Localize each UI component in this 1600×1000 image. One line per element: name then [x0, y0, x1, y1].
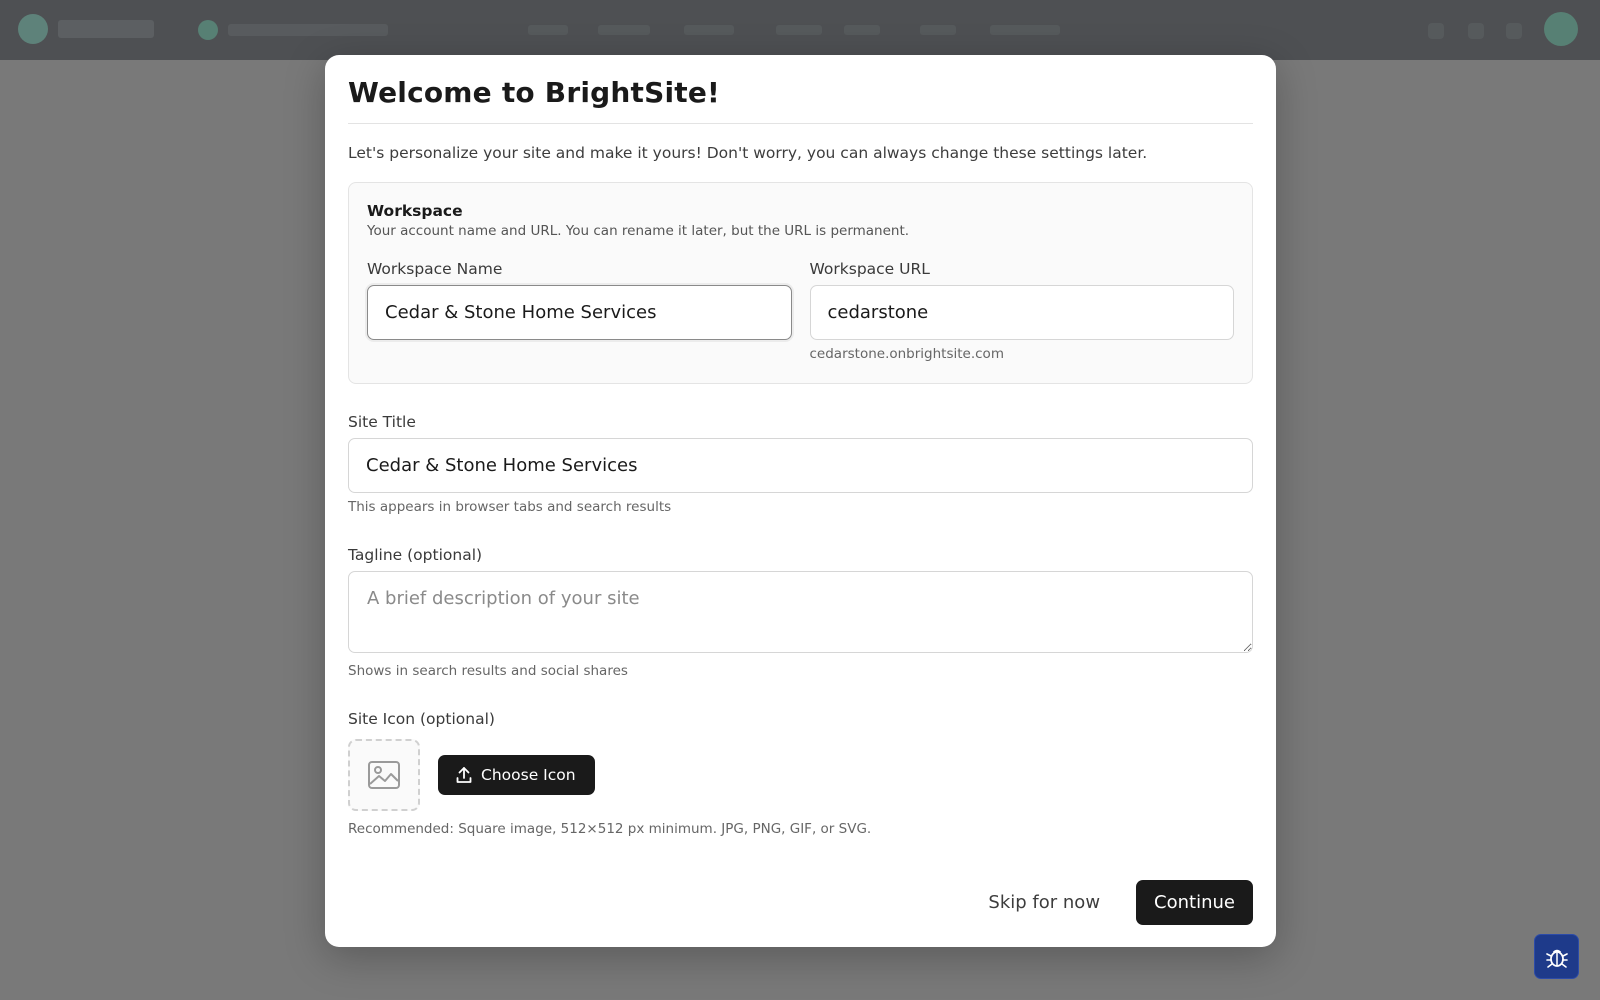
site-title-input[interactable]: Cedar & Stone Home Services [348, 438, 1253, 494]
workspace-card-title: Workspace [367, 202, 463, 221]
choose-icon-label: Choose Icon [481, 766, 576, 785]
workspace-name-input[interactable]: Cedar & Stone Home Services [367, 285, 792, 341]
modal-title: Welcome to BrightSite! [348, 75, 1253, 125]
site-icon-hint: Recommended: Square image, 512×512 px mi… [348, 821, 872, 838]
bug-icon [1545, 949, 1568, 968]
site-title-field: Site Title Cedar & Stone Home Services T… [348, 412, 1253, 515]
site-title-hint: This appears in browser tabs and search … [348, 499, 672, 516]
tagline-field: Tagline (optional) Shows in search resul… [348, 545, 1253, 679]
site-icon-placeholder[interactable] [348, 739, 420, 812]
continue-button[interactable]: Continue [1136, 880, 1253, 925]
workspace-card: Workspace Your account name and URL. You… [348, 182, 1253, 385]
site-title-label: Site Title [348, 413, 416, 432]
site-icon-field: Site Icon (optional) Choose Icon Recomme… [348, 709, 1253, 837]
upload-icon [456, 767, 472, 784]
tagline-hint: Shows in search results and social share… [348, 663, 628, 680]
workspace-url-label: Workspace URL [809, 260, 930, 279]
modal-footer: Skip for now Continue [988, 880, 1253, 925]
onboarding-modal: Welcome to BrightSite! Let's personalize… [325, 55, 1276, 947]
tagline-input[interactable] [348, 571, 1253, 654]
workspace-url-preview: cedarstone.onbrightsite.com [809, 346, 1004, 363]
debug-button[interactable] [1534, 934, 1579, 979]
image-icon [368, 761, 400, 790]
tagline-label: Tagline (optional) [348, 546, 483, 565]
workspace-name-label: Workspace Name [367, 260, 503, 279]
modal-intro: Let's personalize your site and make it … [348, 144, 1148, 163]
workspace-card-description: Your account name and URL. You can renam… [367, 223, 910, 240]
choose-icon-button[interactable]: Choose Icon [438, 755, 595, 796]
workspace-url-input[interactable]: cedarstone [809, 285, 1234, 341]
site-icon-label: Site Icon (optional) [348, 710, 495, 729]
skip-button[interactable]: Skip for now [988, 892, 1100, 913]
